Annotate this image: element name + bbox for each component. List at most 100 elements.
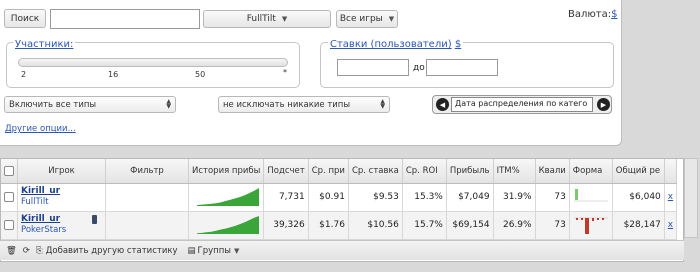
remove-row-button[interactable]: x <box>664 183 678 212</box>
header-quali[interactable]: Квали <box>535 159 570 184</box>
roi-cell: 15.3% <box>402 183 447 212</box>
refresh-icon[interactable]: ⟳ <box>23 246 30 256</box>
header-form[interactable]: Форма <box>569 159 613 184</box>
site-select-label: FullTilt <box>246 14 276 24</box>
header-avg-profit[interactable]: Ср. при <box>308 159 349 184</box>
add-stat-button[interactable]: ⎘ Добавить другую статистику <box>36 246 178 256</box>
filter-cell <box>105 183 189 212</box>
remove-row-button[interactable]: x <box>664 211 678 240</box>
form-cell <box>569 211 613 240</box>
filter-cell <box>105 211 189 240</box>
row-checkbox[interactable] <box>4 219 14 230</box>
profit-history-chart[interactable] <box>195 185 261 207</box>
row-checkbox[interactable] <box>4 191 14 202</box>
player-site[interactable]: PokerStars <box>21 225 102 236</box>
distribution-navigator: ◀ Дата распределения по катего ▶ <box>432 95 612 114</box>
player-site[interactable]: FullTilt <box>21 197 102 208</box>
updown-icon: ▲ ▼ <box>380 98 385 110</box>
header-count[interactable]: Подсчет <box>263 159 309 184</box>
itm-cell: 26.9% <box>493 211 536 240</box>
prev-arrow-icon[interactable]: ◀ <box>436 98 449 111</box>
header-itm[interactable]: ITM% <box>493 159 536 184</box>
form-chart <box>573 217 608 234</box>
profit-cell: $69,154 <box>446 211 494 240</box>
player-cell: Kirill_ur PokerStars <box>17 211 106 240</box>
roi-cell: 15.7% <box>402 211 447 240</box>
form-cell <box>569 183 613 212</box>
history-cell <box>188 183 265 212</box>
profit-history-area <box>197 187 260 206</box>
profit-history-chart[interactable] <box>195 213 261 235</box>
chevron-down-icon: ▼ <box>281 15 288 23</box>
slider-tick: 16 <box>108 70 119 79</box>
stakes-label[interactable]: Ставки (пользователи) <box>330 39 452 50</box>
slider-tick: 2 <box>21 70 27 79</box>
updown-icon: ▲ ▼ <box>166 98 171 110</box>
profit-history-area <box>197 215 260 234</box>
player-cell: Kirill_ur FullTilt <box>17 183 106 212</box>
stakes-to-label: до <box>413 63 425 73</box>
header-profit[interactable]: Прибыль <box>446 159 494 184</box>
currency-label: Валюта: <box>568 9 612 20</box>
header-avg-stake[interactable]: Ср. ставка <box>348 159 403 184</box>
types-select[interactable]: Включить все типы ▲ ▼ <box>4 96 176 113</box>
next-arrow-icon[interactable]: ▶ <box>597 98 610 111</box>
total-cell: $6,040 <box>612 183 665 212</box>
exclude-select-label: не исключать никакие типы <box>223 99 351 110</box>
header-select[interactable] <box>1 159 18 184</box>
chevron-down-icon: ▼ <box>233 246 240 255</box>
avg-profit-cell: $0.91 <box>308 183 349 212</box>
itm-cell: 31.9% <box>493 183 536 212</box>
more-options-link[interactable]: Другие опции... <box>5 124 76 134</box>
slider-tick: 50 <box>195 70 206 79</box>
participants-label[interactable]: Участники: <box>13 39 76 50</box>
form-bar <box>591 217 594 221</box>
avg-stake-cell: $9.53 <box>348 183 403 212</box>
phone-icon <box>92 214 97 224</box>
exclude-select[interactable]: не исключать никакие типы ▲ ▼ <box>218 96 390 113</box>
currency: Валюта:$ <box>568 9 618 20</box>
form-bar <box>574 188 578 200</box>
header-total[interactable]: Общий ре <box>612 159 665 184</box>
link-icon: ⎘ <box>35 245 43 256</box>
count-cell: 7,731 <box>263 183 309 212</box>
groups-button[interactable]: ▤ Группы ▼ <box>188 246 240 256</box>
header-row: Игрок Фильтр История прибы Подсчет Ср. п… <box>1 159 678 184</box>
form-chart <box>573 188 608 201</box>
games-button-label: Все игры <box>339 14 383 24</box>
stakes-to-input[interactable] <box>426 59 498 76</box>
row-select-cell[interactable] <box>1 183 18 212</box>
table-row[interactable]: Kirill_ur PokerStars 39,326 $1.76 $10.56… <box>1 211 678 240</box>
header-filter[interactable]: Фильтр <box>105 159 189 184</box>
header-player[interactable]: Игрок <box>17 159 106 184</box>
profit-cell: $7,049 <box>446 183 494 212</box>
player-name[interactable]: Kirill_ur <box>21 186 102 197</box>
site-select[interactable]: FullTilt ▼ <box>203 10 331 28</box>
games-button[interactable]: Все игры ▼ <box>336 10 398 28</box>
search-input[interactable] <box>50 9 200 29</box>
chevron-down-icon: ▼ <box>388 15 395 23</box>
stakes-from-input[interactable] <box>337 59 409 76</box>
save-icon: ▤ <box>187 245 196 256</box>
participants-slider[interactable] <box>18 58 288 67</box>
scrollbar[interactable] <box>684 158 698 238</box>
total-cell: $28,147 <box>612 211 665 240</box>
header-remove <box>664 159 678 184</box>
trash-icon[interactable]: 🗑 <box>6 246 17 256</box>
quali-cell: 73 <box>535 183 570 212</box>
header-history[interactable]: История прибы <box>188 159 265 184</box>
search-button[interactable]: Поиск <box>4 9 46 28</box>
groups-label: Группы <box>197 245 231 256</box>
header-roi[interactable]: Ср. ROI <box>402 159 447 184</box>
distribution-field[interactable]: Дата распределения по катего <box>451 97 593 112</box>
stakes-currency[interactable]: $ <box>455 39 461 50</box>
select-all-checkbox[interactable] <box>4 165 14 176</box>
form-bar <box>584 217 589 234</box>
table-row[interactable]: Kirill_ur FullTilt 7,731 $0.91 $9.53 15.… <box>1 183 678 212</box>
currency-value[interactable]: $ <box>611 9 617 20</box>
history-cell <box>188 211 265 240</box>
quali-cell: 73 <box>535 211 570 240</box>
player-name[interactable]: Kirill_ur <box>21 214 102 225</box>
row-select-cell[interactable] <box>1 211 18 240</box>
avg-profit-cell: $1.76 <box>308 211 349 240</box>
